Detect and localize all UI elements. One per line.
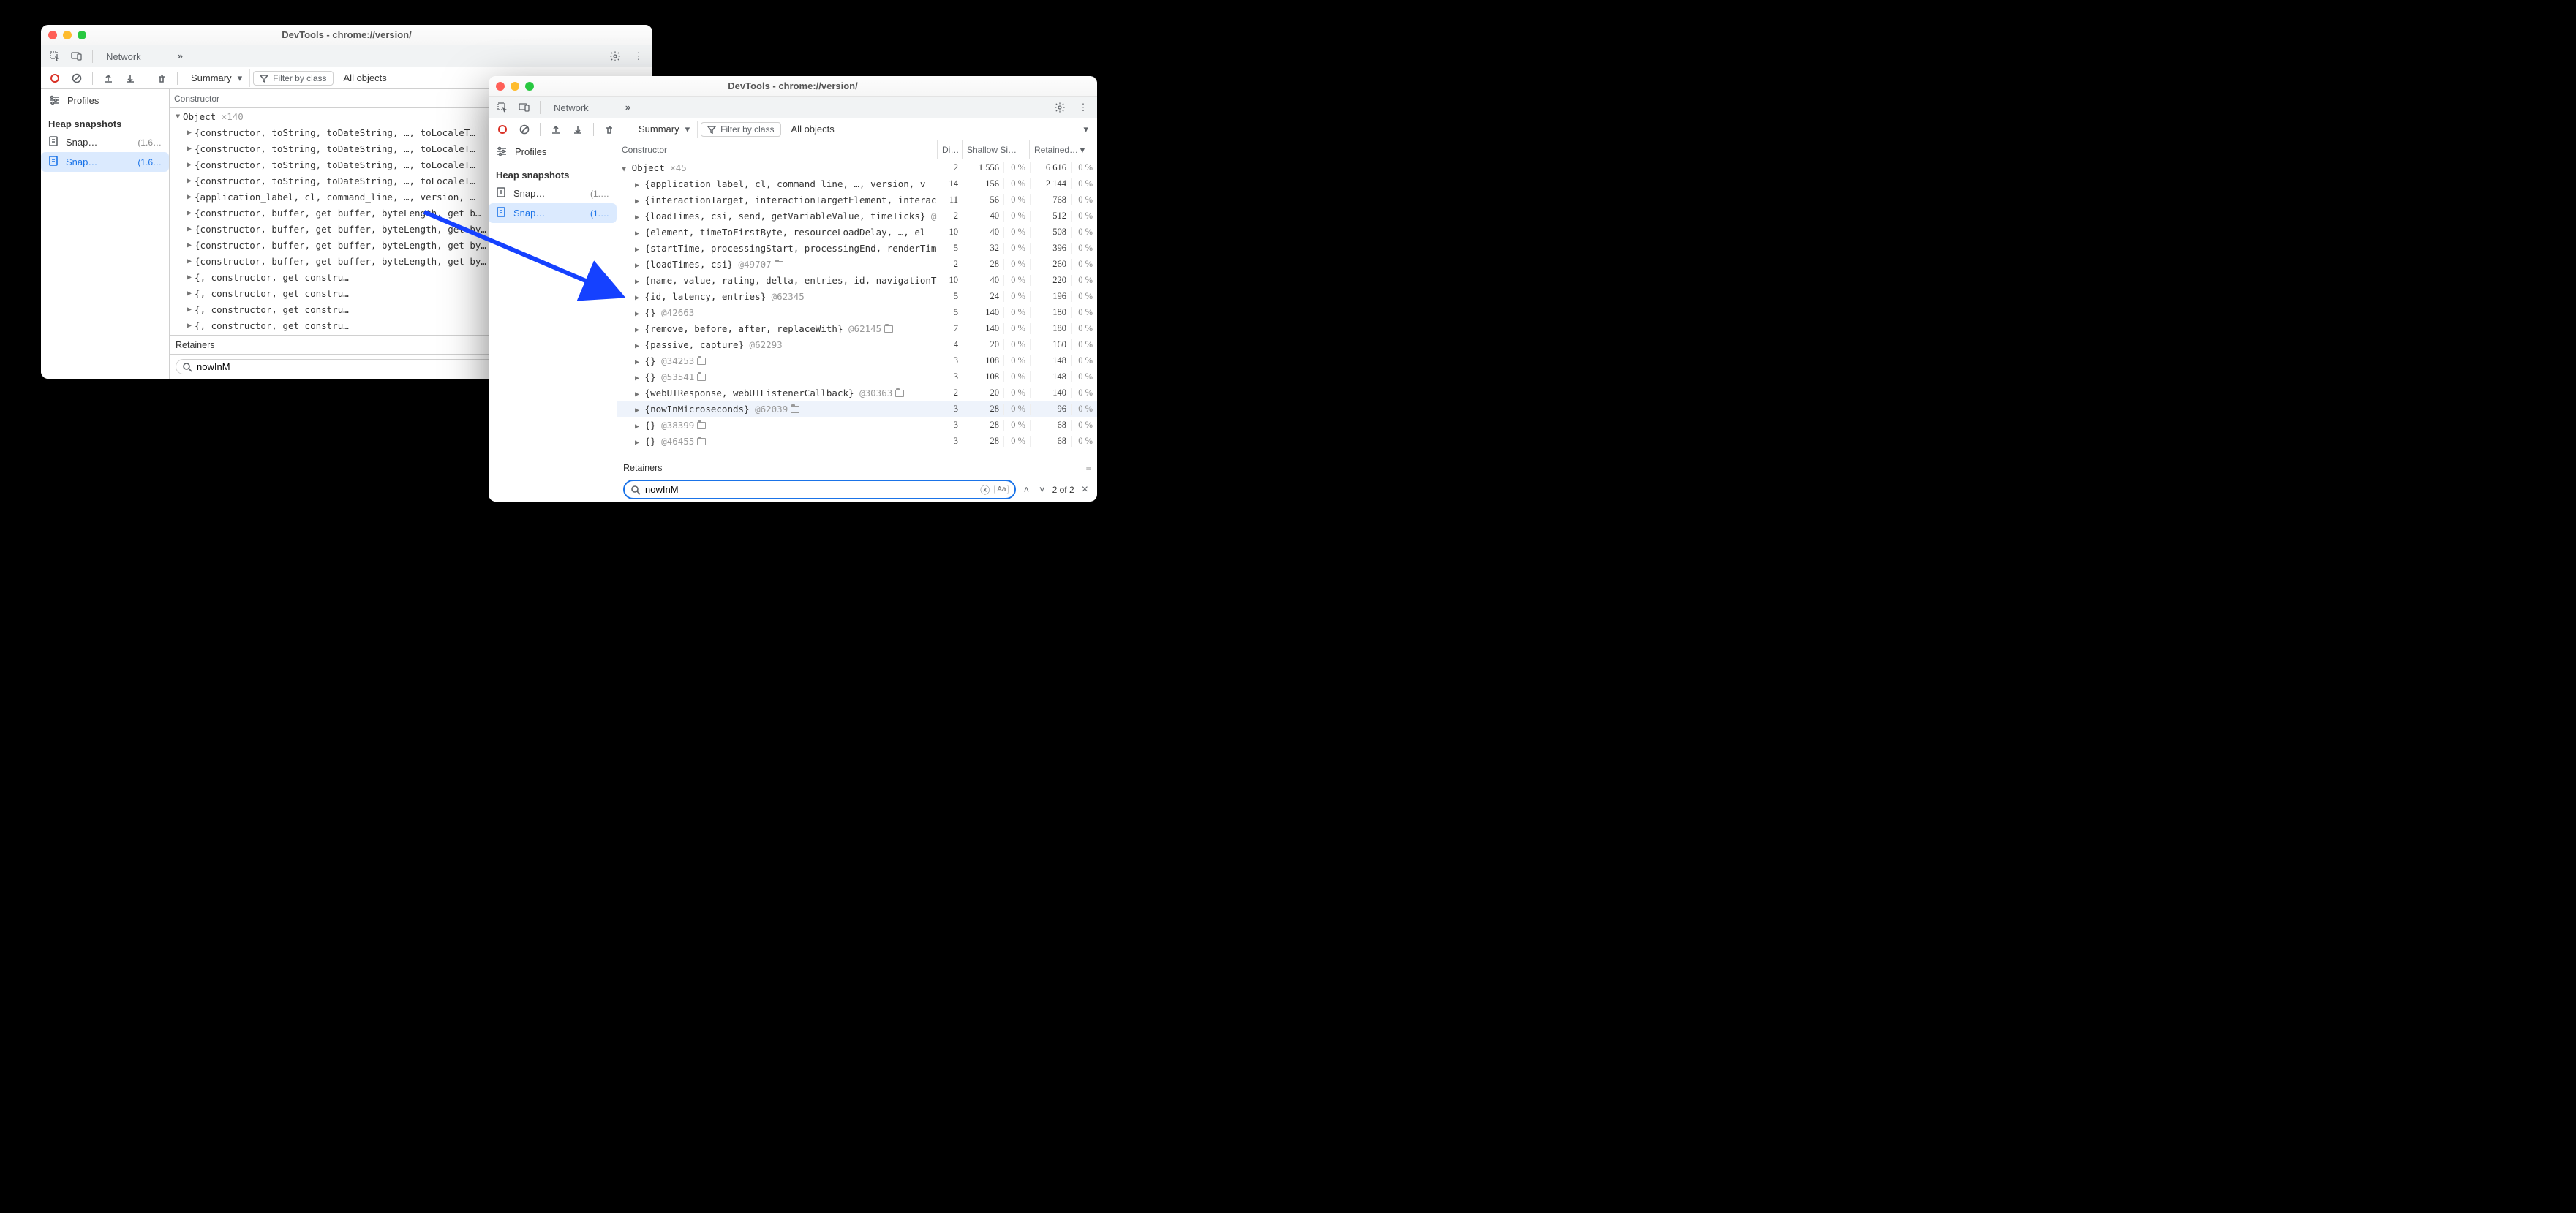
window-icon — [697, 358, 706, 365]
all-objects-select[interactable]: All objects — [336, 72, 394, 83]
summary-select[interactable]: Summary ▾ — [184, 69, 250, 87]
table-row[interactable]: ▶ {id, latency, entries} @623455240 %196… — [617, 288, 1097, 304]
clear-button[interactable] — [67, 69, 86, 88]
upload-icon[interactable] — [546, 120, 565, 139]
table-row[interactable]: ▶ {} @5354131080 %1480 % — [617, 369, 1097, 385]
table-row[interactable]: ▶ {} @383993280 %680 % — [617, 417, 1097, 433]
table-row[interactable]: ▶ {} @464553280 %680 % — [617, 433, 1097, 449]
table-row[interactable]: ▶ {} @4266351400 %1800 % — [617, 304, 1097, 320]
summary-select[interactable]: Summary ▾ — [631, 121, 698, 138]
download-icon[interactable] — [121, 69, 140, 88]
device-icon[interactable] — [515, 102, 534, 113]
next-match-icon[interactable]: ˅ — [1036, 484, 1048, 495]
snapshot-item[interactable]: Snap…(1.… — [489, 184, 617, 203]
gc-icon[interactable] — [152, 69, 171, 88]
device-icon[interactable] — [67, 50, 86, 62]
window-icon — [791, 406, 799, 413]
more-tabs-icon[interactable]: » — [618, 102, 637, 113]
table-row[interactable]: ▶ {name, value, rating, delta, entries, … — [617, 272, 1097, 288]
close-icon[interactable] — [496, 82, 505, 91]
snapshot-icon — [48, 155, 60, 169]
more-tabs-icon[interactable]: » — [170, 50, 189, 61]
search-icon — [630, 485, 641, 495]
prev-match-icon[interactable]: ˄ — [1020, 484, 1032, 495]
table-row[interactable]: ▶ {loadTimes, csi} @497072280 %2600 % — [617, 256, 1097, 272]
chevron-down-icon[interactable]: ▾ — [1079, 124, 1093, 135]
table-row[interactable]: ▶ {startTime, processingStart, processin… — [617, 240, 1097, 256]
tab-network[interactable]: Network — [99, 45, 167, 67]
menu-icon[interactable]: ≡ — [1086, 463, 1091, 473]
table-row[interactable]: ▶ {webUIResponse, webUIListenerCallback}… — [617, 385, 1097, 401]
table-row[interactable]: ▶ {remove, before, after, replaceWith} @… — [617, 320, 1097, 336]
filter-icon — [707, 125, 716, 134]
filter-input[interactable]: Filter by class — [701, 122, 780, 137]
settings-icon[interactable] — [606, 50, 625, 62]
kebab-icon[interactable]: ⋮ — [1074, 102, 1093, 113]
record-button[interactable] — [493, 120, 512, 139]
sliders-icon[interactable] — [48, 94, 60, 106]
minimize-icon[interactable] — [511, 82, 519, 91]
window-icon — [775, 261, 783, 268]
window-icon — [895, 390, 904, 397]
summary-label: Summary — [191, 72, 232, 83]
window-icon — [697, 374, 706, 381]
table-row[interactable]: ▶ {} @3425331080 %1480 % — [617, 352, 1097, 369]
zoom-icon[interactable] — [78, 31, 86, 39]
inspect-icon[interactable] — [45, 50, 64, 62]
snapshot-icon — [48, 135, 60, 149]
window-controls[interactable] — [496, 82, 534, 91]
table-row[interactable]: ▶ {interactionTarget, interactionTargetE… — [617, 192, 1097, 208]
clear-button[interactable] — [515, 120, 534, 139]
download-icon[interactable] — [568, 120, 587, 139]
heap-section-label: Heap snapshots — [489, 162, 617, 184]
settings-icon[interactable] — [1050, 102, 1069, 113]
table-row[interactable]: ▶ {passive, capture} @622934200 %1600 % — [617, 336, 1097, 352]
snapshot-item[interactable]: Snap…(1.6… — [41, 152, 169, 172]
heap-section-label: Heap snapshots — [41, 111, 169, 132]
search-input[interactable]: ⓧ Aa — [623, 480, 1016, 499]
column-constructor[interactable]: Constructor — [617, 140, 938, 159]
search-icon — [182, 362, 192, 372]
window-title: DevTools - chrome://version/ — [41, 29, 652, 40]
upload-icon[interactable] — [99, 69, 118, 88]
window-icon — [697, 438, 706, 445]
filter-icon — [260, 74, 268, 83]
profiles-header: Profiles — [41, 89, 169, 111]
filter-input[interactable]: Filter by class — [253, 71, 333, 86]
snapshot-icon — [496, 206, 508, 220]
chevron-down-icon: ▾ — [238, 72, 243, 84]
search-count: 2 of 2 — [1052, 485, 1074, 495]
snapshot-icon — [496, 186, 508, 200]
close-icon[interactable] — [48, 31, 57, 39]
chevron-down-icon: ▾ — [685, 124, 690, 135]
column-shallow[interactable]: Shallow Si… — [963, 140, 1030, 159]
match-case-toggle[interactable]: Aa — [994, 485, 1009, 494]
window-icon — [697, 422, 706, 429]
column-distance[interactable]: Di… — [938, 140, 963, 159]
table-row[interactable]: ▶ {loadTimes, csi, send, getVariableValu… — [617, 208, 1097, 224]
all-objects-select[interactable]: All objects — [784, 124, 842, 135]
kebab-icon[interactable]: ⋮ — [629, 50, 648, 62]
table-row[interactable]: ▶ {element, timeToFirstByte, resourceLoa… — [617, 224, 1097, 240]
tab-network[interactable]: Network — [546, 97, 615, 118]
window-controls[interactable] — [48, 31, 86, 39]
retainers-label: Retainers ≡ — [617, 458, 1097, 477]
window-icon — [884, 325, 893, 333]
record-button[interactable] — [45, 69, 64, 88]
inspect-icon[interactable] — [493, 102, 512, 113]
snapshot-item[interactable]: Snap…(1.6… — [41, 132, 169, 152]
table-row[interactable]: ▶ {application_label, cl, command_line, … — [617, 175, 1097, 192]
profiles-header: Profiles — [489, 140, 617, 162]
object-row[interactable]: ▶ Object ×45 2 1 556 0 % 6 616 0 % — [617, 159, 1097, 175]
minimize-icon[interactable] — [63, 31, 72, 39]
window-title: DevTools - chrome://version/ — [489, 80, 1097, 91]
gc-icon[interactable] — [600, 120, 619, 139]
snapshot-item[interactable]: Snap…(1.… — [489, 203, 617, 223]
zoom-icon[interactable] — [525, 82, 534, 91]
column-retained[interactable]: Retained…▼ — [1030, 140, 1097, 159]
sliders-icon[interactable] — [496, 146, 508, 157]
clear-icon[interactable]: ⓧ — [980, 483, 990, 496]
table-row[interactable]: ▶ {nowInMicroseconds} @620393280 %960 % — [617, 401, 1097, 417]
close-search-icon[interactable]: × — [1079, 483, 1091, 496]
